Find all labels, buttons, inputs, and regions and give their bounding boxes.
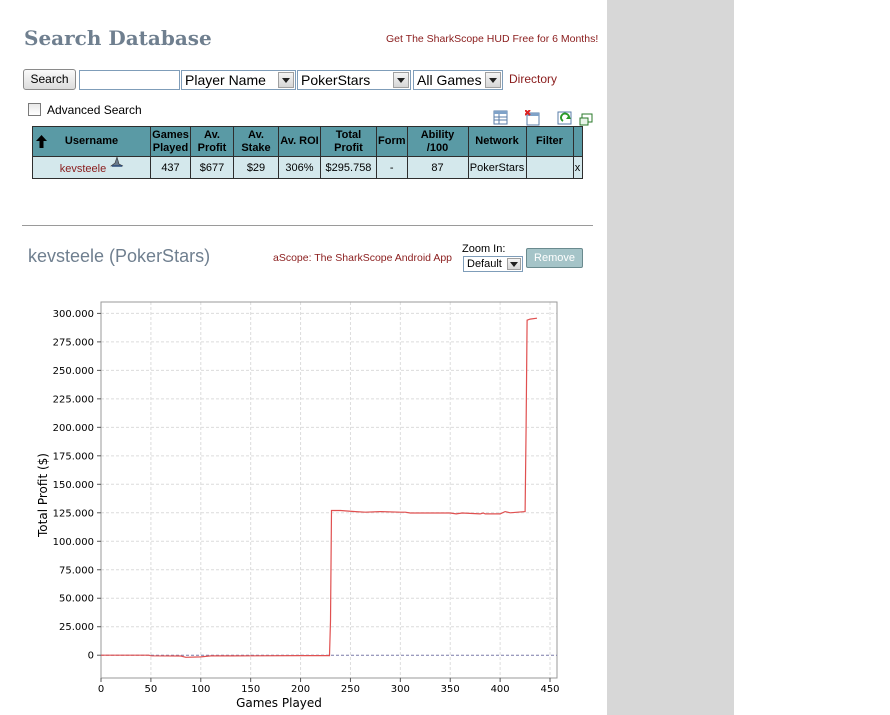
y-tick-label: 225.000 — [53, 394, 94, 405]
x-tick-label: 50 — [145, 684, 158, 695]
x-tick-label: 350 — [441, 684, 460, 695]
table-view-icon[interactable] — [493, 110, 509, 126]
advanced-search-label: Advanced Search — [47, 103, 142, 117]
clear-icon[interactable] — [525, 110, 541, 126]
directory-link[interactable]: Directory — [509, 72, 557, 86]
table-header-row: Username Games Played Av. Profit Av. Stake … — [32, 126, 583, 157]
col-username[interactable]: Username — [32, 126, 151, 157]
y-tick-label: 275.000 — [53, 337, 94, 348]
y-tick-label: 250.000 — [53, 366, 94, 377]
chevron-down-icon — [485, 72, 501, 88]
zoom-value: Default — [467, 258, 502, 270]
games-value: All Games — [417, 72, 482, 88]
col-av-roi[interactable]: Av. ROI — [278, 126, 321, 157]
series-line-total-profit — [101, 317, 538, 658]
y-tick-label: 175.000 — [53, 451, 94, 462]
chevron-down-icon — [393, 72, 409, 88]
col-total-profit[interactable]: Total Profit — [320, 126, 377, 157]
col-remove — [572, 126, 583, 157]
sort-up-arrow-icon[interactable] — [36, 135, 47, 152]
search-field-value: Player Name — [185, 72, 266, 88]
col-network[interactable]: Network — [467, 126, 527, 157]
x-tick-label: 250 — [341, 684, 360, 695]
y-tick-label: 300.000 — [53, 309, 94, 320]
x-axis-title: Games Played — [236, 696, 322, 710]
cell-network: PokerStars — [467, 156, 527, 179]
right-margin — [734, 0, 890, 715]
cell-av-roi: 306% — [278, 156, 321, 179]
y-axis: 0 25.000 50.000 75.000 100.000 125.000 150.000… — [53, 309, 101, 662]
player-heading: kevsteele (PokerStars) — [28, 246, 211, 266]
chart-grid — [101, 302, 557, 678]
y-tick-label: 200.000 — [53, 423, 94, 434]
col-av-stake[interactable]: Av. Stake — [233, 126, 279, 157]
shark-icon — [110, 155, 124, 167]
page-title: Search Database — [24, 26, 212, 50]
col-ability[interactable]: Ability /100 — [406, 126, 469, 157]
hud-promo-link[interactable]: Get The SharkScope HUD Free for 6 Months… — [386, 33, 598, 45]
results-table: Username Games Played Av. Profit Av. Stake … — [32, 126, 583, 179]
col-username-label: Username — [64, 135, 119, 147]
cell-username: kevsteele — [32, 155, 151, 179]
y-tick-label: 100.000 — [53, 537, 94, 548]
y-tick-label: 0 — [88, 651, 94, 662]
y-tick-label: 125.000 — [53, 508, 94, 519]
zoom-label: Zoom In: — [462, 243, 506, 255]
profit-chart: 0 25.000 50.000 75.000 100.000 125.000 150.000… — [36, 301, 560, 710]
search-button[interactable]: Search — [23, 69, 76, 90]
ascope-promo-link[interactable]: aScope: The SharkScope Android App — [273, 252, 452, 264]
remove-row-button[interactable]: x — [572, 156, 583, 179]
cell-games-played: 437 — [150, 156, 191, 179]
search-input[interactable] — [79, 70, 180, 90]
col-filter[interactable]: Filter — [525, 126, 574, 157]
y-tick-label: 150.000 — [53, 480, 94, 491]
x-tick-label: 200 — [291, 684, 310, 695]
x-tick-label: 450 — [540, 684, 559, 695]
chevron-down-icon — [507, 258, 521, 270]
col-form[interactable]: Form — [376, 126, 408, 157]
network-value: PokerStars — [301, 72, 371, 88]
section-divider — [22, 225, 593, 226]
x-tick-label: 150 — [241, 684, 260, 695]
network-select[interactable]: PokerStars — [297, 70, 411, 90]
chevron-down-icon — [278, 72, 294, 88]
player-link[interactable]: kevsteele — [60, 163, 106, 175]
col-games-played[interactable]: Games Played — [150, 126, 191, 157]
table-row: kevsteele 437 $677 $29 306% $295.758 - 8… — [32, 155, 583, 179]
cell-total-profit: $295.758 — [320, 156, 377, 179]
popout-icon[interactable] — [579, 113, 593, 127]
y-tick-label: 50.000 — [59, 594, 94, 605]
x-axis: 0 50 100 150 200 250 300 350 400 450 — [98, 678, 560, 695]
cell-av-profit: $677 — [190, 156, 234, 179]
x-tick-label: 400 — [491, 684, 510, 695]
refresh-icon[interactable] — [557, 110, 573, 126]
y-tick-label: 75.000 — [59, 565, 94, 576]
x-tick-label: 100 — [191, 684, 210, 695]
x-tick-label: 0 — [98, 684, 104, 695]
y-axis-title: Total Profit ($) — [36, 453, 50, 538]
cell-av-stake: $29 — [233, 156, 279, 179]
remove-button[interactable]: Remove — [526, 248, 583, 268]
games-select[interactable]: All Games — [413, 70, 503, 90]
y-tick-label: 25.000 — [59, 622, 94, 633]
advanced-search-checkbox[interactable] — [28, 103, 41, 116]
cell-ability: 87 — [406, 156, 469, 179]
x-tick-label: 300 — [391, 684, 410, 695]
cell-filter[interactable] — [525, 156, 574, 179]
plot-frame — [100, 301, 558, 679]
zoom-select[interactable]: Default — [463, 256, 523, 272]
search-field-select[interactable]: Player Name — [181, 70, 296, 90]
cell-form: - — [376, 156, 408, 179]
col-av-profit[interactable]: Av. Profit — [190, 126, 234, 157]
right-gutter — [607, 0, 734, 715]
